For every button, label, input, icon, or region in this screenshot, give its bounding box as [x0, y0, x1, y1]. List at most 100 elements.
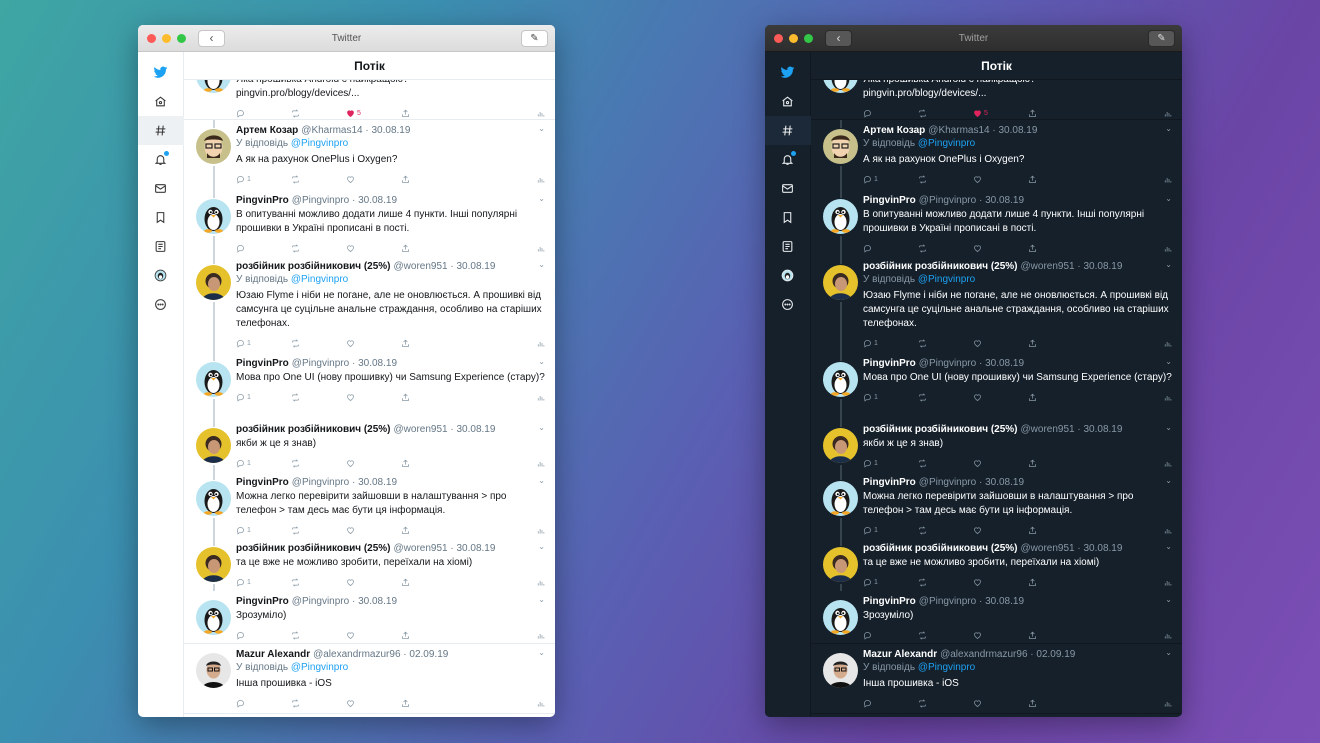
tweet-date[interactable]: 02.09.19 — [1036, 649, 1075, 660]
like-button[interactable] — [346, 393, 401, 402]
reply-mention-link[interactable]: @Pingvinpro — [918, 274, 975, 285]
zoom-window-button[interactable] — [804, 33, 813, 43]
author-name[interactable]: Mazur Alexandr — [863, 649, 937, 660]
tweet-date[interactable]: 30.08.19 — [1083, 543, 1122, 554]
stats-button[interactable] — [536, 459, 545, 468]
sidebar-bookmarks-button[interactable] — [138, 203, 184, 232]
sidebar-more-button[interactable] — [765, 290, 811, 319]
author-name[interactable]: Артем Козар — [863, 125, 925, 136]
tweet[interactable]: ⌄ Mazur Alexandr @alexandrmazur96 · 02.09.… — [811, 644, 1182, 714]
tweet[interactable]: ⌄ Mazur Alexandr @alexandrmazur96 · 02.09.… — [184, 644, 555, 714]
retweet-button[interactable] — [291, 174, 346, 184]
retweet-button[interactable] — [918, 338, 973, 348]
author-handle[interactable]: @woren951 — [394, 261, 448, 272]
author-handle[interactable]: @alexandrmazur96 — [313, 649, 400, 660]
retweet-button[interactable] — [291, 630, 346, 640]
chevron-down-icon[interactable]: ⌄ — [538, 595, 545, 604]
avatar[interactable] — [196, 199, 231, 234]
like-button[interactable]: 5 — [973, 109, 1028, 118]
author-name[interactable]: розбійник розбійникович (25%) — [863, 261, 1018, 272]
stats-button[interactable] — [536, 244, 545, 253]
share-button[interactable] — [401, 459, 456, 468]
author-handle[interactable]: @Pingvinpro — [292, 596, 349, 607]
author-name[interactable]: Артем Козар — [236, 125, 298, 136]
reply-button[interactable]: 1 — [236, 526, 291, 535]
author-handle[interactable]: @alexandrmazur96 — [940, 649, 1027, 660]
avatar[interactable] — [196, 129, 231, 164]
tweet-date[interactable]: 30.08.19 — [358, 596, 397, 607]
author-handle[interactable]: @woren951 — [1021, 543, 1075, 554]
tweet[interactable]: ⌄ PingvinPro @Pingvinpro · 30.08.19 В опиту… — [811, 190, 1182, 256]
close-window-button[interactable] — [147, 33, 156, 43]
author-handle[interactable]: @woren951 — [1021, 424, 1075, 435]
reply-button[interactable]: 1 — [236, 339, 291, 348]
tweet[interactable]: ⌄ розбійник розбійникович (25%) @woren951 … — [811, 538, 1182, 591]
like-button[interactable] — [973, 526, 1028, 535]
avatar[interactable] — [196, 653, 231, 688]
tweet[interactable]: ⌄ розбійник розбійникович (25%) @woren951 … — [184, 419, 555, 472]
share-button[interactable] — [401, 578, 456, 587]
author-name[interactable]: PingvinPro — [236, 596, 289, 607]
retweet-button[interactable] — [918, 458, 973, 468]
stats-button[interactable] — [536, 339, 545, 348]
share-button[interactable] — [401, 631, 456, 640]
sidebar-more-button[interactable] — [138, 290, 184, 319]
tweet[interactable]: ⌄ PingvinPro @Pingvinpro · 30.08.19 В опиту… — [184, 190, 555, 256]
like-button[interactable] — [346, 459, 401, 468]
reply-mention-link[interactable]: @Pingvinpro — [291, 274, 348, 285]
share-button[interactable] — [1028, 244, 1083, 253]
stats-button[interactable] — [536, 631, 545, 640]
chevron-down-icon[interactable]: ⌄ — [538, 124, 545, 133]
sidebar-home-button[interactable] — [765, 87, 811, 116]
tweet-date[interactable]: 30.08.19 — [985, 358, 1024, 369]
tweet-date[interactable]: 30.08.19 — [371, 125, 410, 136]
stats-button[interactable] — [1163, 109, 1172, 118]
author-handle[interactable]: @Pingvinpro — [292, 195, 349, 206]
reply-button[interactable] — [236, 244, 291, 253]
stats-button[interactable] — [536, 526, 545, 535]
share-button[interactable] — [401, 109, 456, 118]
tweet-date[interactable]: 02.09.19 — [409, 649, 448, 660]
stats-button[interactable] — [536, 109, 545, 118]
reply-button[interactable] — [236, 699, 291, 708]
timeline-feed[interactable]: Яка прошивка Android є найкращою?pingvin… — [184, 80, 555, 717]
tweet[interactable]: ⌄ Артем Козар @Kharmas14 · 30.08.19 У відпо… — [184, 120, 555, 190]
tweet-date[interactable]: 30.08.19 — [985, 477, 1024, 488]
author-handle[interactable]: @Pingvinpro — [292, 358, 349, 369]
tweet[interactable]: ⌄ розбійник розбійникович (25%) @woren951 … — [811, 419, 1182, 472]
avatar[interactable] — [823, 547, 858, 582]
sidebar-explore-hashtag-button[interactable] — [138, 116, 184, 145]
timeline-feed[interactable]: Яка прошивка Android є найкращою?pingvin… — [811, 80, 1182, 717]
author-handle[interactable]: @Kharmas14 — [928, 125, 989, 136]
author-name[interactable]: PingvinPro — [236, 195, 289, 206]
like-button[interactable] — [346, 244, 401, 253]
reply-button[interactable]: 1 — [236, 578, 291, 587]
tweet-link[interactable]: pingvin.pro/blogy/devices/... — [236, 87, 545, 101]
share-button[interactable] — [401, 526, 456, 535]
share-button[interactable] — [1028, 339, 1083, 348]
avatar[interactable] — [823, 653, 858, 688]
chevron-down-icon[interactable]: ⌄ — [1165, 542, 1172, 551]
sidebar-messages-envelope-button[interactable] — [765, 174, 811, 203]
tweet-date[interactable]: 30.08.19 — [1083, 261, 1122, 272]
like-button[interactable] — [973, 699, 1028, 708]
tweet-date[interactable]: 30.08.19 — [985, 596, 1024, 607]
reply-button[interactable] — [863, 699, 918, 708]
sidebar-bookmarks-button[interactable] — [765, 203, 811, 232]
retweet-button[interactable] — [291, 525, 346, 535]
share-button[interactable] — [1028, 631, 1083, 640]
like-button[interactable] — [973, 175, 1028, 184]
stats-button[interactable] — [536, 393, 545, 402]
stats-button[interactable] — [536, 578, 545, 587]
author-name[interactable]: PingvinPro — [863, 195, 916, 206]
share-button[interactable] — [1028, 526, 1083, 535]
avatar[interactable] — [196, 265, 231, 300]
sidebar-twitter-logo-button[interactable] — [138, 58, 184, 87]
stats-button[interactable] — [1163, 459, 1172, 468]
like-button[interactable] — [973, 459, 1028, 468]
avatar[interactable] — [823, 600, 858, 635]
chevron-down-icon[interactable]: ⌄ — [1165, 476, 1172, 485]
chevron-down-icon[interactable]: ⌄ — [538, 357, 545, 366]
share-button[interactable] — [1028, 578, 1083, 587]
stats-button[interactable] — [1163, 175, 1172, 184]
